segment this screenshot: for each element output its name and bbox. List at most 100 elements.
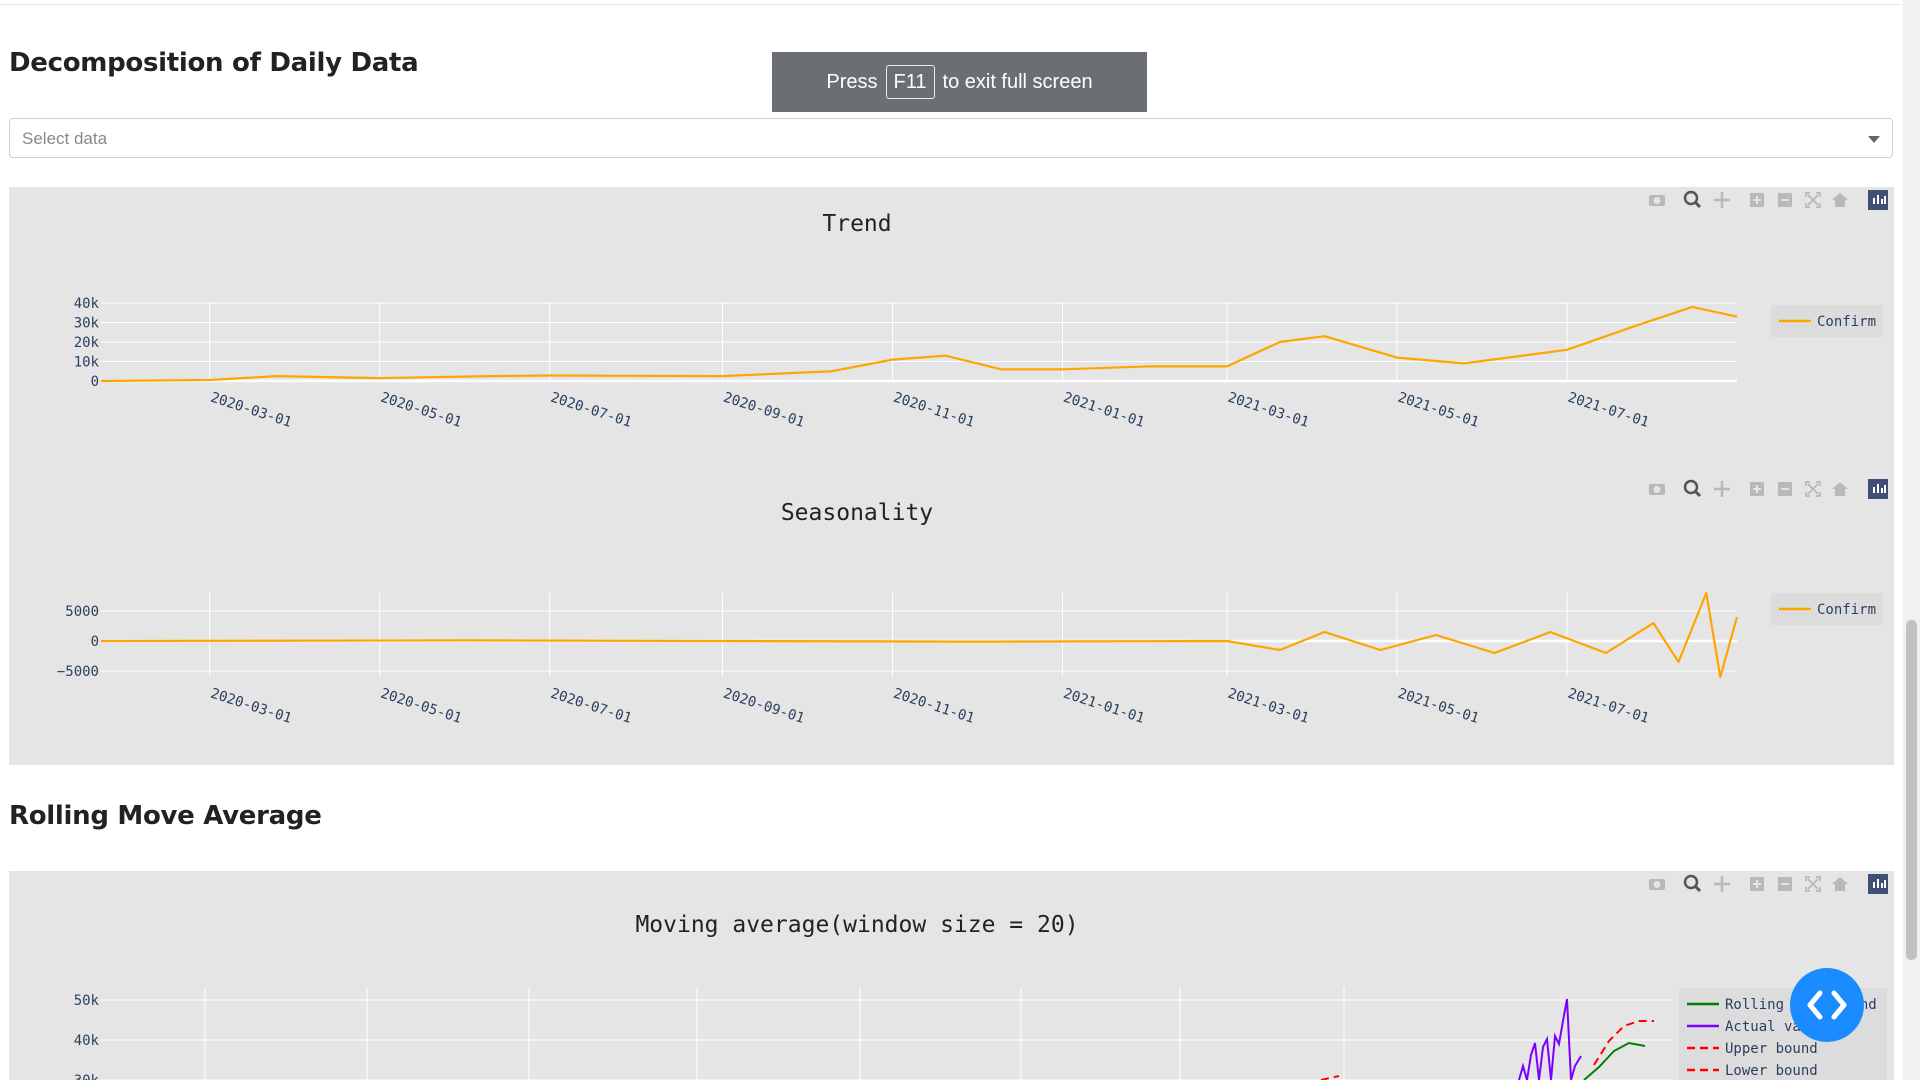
chevron-down-icon[interactable] — [1868, 136, 1880, 143]
camera-lens — [1653, 486, 1661, 493]
plotly-logo-bar — [1881, 199, 1883, 204]
autoscale-marks — [1805, 192, 1821, 208]
plotly-logo-bar — [1884, 485, 1886, 493]
home-icon[interactable] — [1832, 482, 1848, 496]
chart-title: Trend — [822, 211, 891, 237]
home-shape — [1832, 193, 1848, 207]
plot-area — [101, 593, 1737, 677]
home-icon[interactable] — [1832, 877, 1848, 891]
moving-average-chart-panel: Moving average(window size = 20) 30k 40k 50… — [9, 871, 1894, 1085]
x-tick-label: 2021-01-01 — [1061, 390, 1146, 431]
pan-icon[interactable] — [1714, 481, 1730, 497]
plotly-logo-bar — [1873, 882, 1875, 888]
top-divider — [0, 4, 1900, 5]
y-tick-label: −5000 — [57, 664, 99, 680]
autoscale-marks — [1805, 876, 1821, 892]
autoscale-icon[interactable] — [1805, 481, 1821, 497]
y-tick-label: 0 — [91, 634, 99, 650]
autoscale-marks — [1805, 481, 1821, 497]
x-tick-label: 2020-11-01 — [891, 686, 976, 727]
x-tick-label: 2021-03-01 — [1226, 686, 1311, 727]
camera-lens — [1653, 197, 1661, 204]
x-tick-label: 2020-09-01 — [721, 686, 806, 727]
x-tick-label: 2020-05-01 — [378, 390, 463, 431]
x-tick-label: 2020-07-01 — [548, 686, 633, 727]
chart-title: Moving average(window size = 20) — [635, 912, 1078, 938]
scrollbar-thumb[interactable] — [1906, 620, 1917, 960]
y-tick-label: 40k — [74, 296, 100, 312]
y-tick-label: 50k — [74, 993, 100, 1009]
camera-lens — [1653, 881, 1661, 888]
y-tick-label: 30k — [74, 316, 100, 332]
x-tick-label: 2020-03-01 — [208, 686, 293, 727]
toast-rest-text: to exit full screen — [942, 70, 1093, 93]
legend-label-confirm: Confirm — [1817, 314, 1876, 330]
camera-icon[interactable] — [1649, 195, 1665, 206]
moving-average-chart-svg: Moving average(window size = 20) 30k 40k 50… — [74, 874, 1888, 1085]
pan-icon[interactable] — [1714, 876, 1730, 892]
zoom-out-icon[interactable] — [1778, 877, 1792, 891]
legend-label: Lower bound — [1725, 1063, 1818, 1079]
pan-cross — [1714, 192, 1730, 208]
zoom-icon[interactable] — [1683, 874, 1702, 893]
camera-icon[interactable] — [1649, 484, 1665, 495]
zoom-in-icon[interactable] — [1750, 193, 1764, 207]
section-title-rolling: Rolling Move Average — [9, 801, 322, 831]
zoom-out-icon[interactable] — [1778, 482, 1792, 496]
plotly-logo-icon[interactable] — [1868, 479, 1888, 499]
plotly-logo-bar — [1877, 195, 1879, 204]
y-tick-label: 10k — [74, 355, 100, 371]
x-tick-label: 2021-05-01 — [1396, 686, 1481, 727]
plotly-logo-bar — [1873, 198, 1875, 204]
y-tick-label: 40k — [74, 1033, 100, 1049]
plotly-logo-bar — [1881, 488, 1883, 493]
chart-title: Seasonality — [781, 500, 933, 526]
pan-cross — [1714, 481, 1730, 497]
select-data-dropdown[interactable]: Select data — [9, 118, 1893, 158]
plotly-logo-bar — [1884, 880, 1886, 888]
plot-area — [101, 987, 1672, 1085]
plotly-logo-bar — [1877, 484, 1879, 493]
home-icon[interactable] — [1832, 193, 1848, 207]
camera-icon[interactable] — [1649, 879, 1665, 890]
zoom-handle — [1693, 489, 1702, 498]
zoom-in-icon[interactable] — [1750, 877, 1764, 891]
decomposition-chart-panel: Trend 2020-03-01 2020-05-01 2020-07-01 2020-… — [9, 187, 1894, 765]
y-tick-label: 5000 — [65, 604, 99, 620]
plotly-logo-icon[interactable] — [1868, 190, 1888, 210]
x-tick-label: 2021-03-01 — [1226, 390, 1311, 431]
plotly-logo-bar — [1873, 487, 1875, 493]
toast-press-text: Press — [826, 70, 878, 93]
x-tick-label: 2021-07-01 — [1566, 390, 1651, 431]
autoscale-icon[interactable] — [1805, 192, 1821, 208]
zoom-handle — [1693, 884, 1702, 893]
y-tick-label: 0 — [91, 374, 99, 390]
code-icon — [1807, 990, 1847, 1020]
x-tick-label: 2020-05-01 — [378, 686, 463, 727]
select-placeholder: Select data — [22, 129, 108, 148]
plotly-logo-icon[interactable] — [1868, 874, 1888, 894]
x-tick-label: 2020-03-01 — [208, 390, 293, 431]
pan-icon[interactable] — [1714, 192, 1730, 208]
legend-label-confirm: Confirm — [1817, 602, 1876, 618]
zoom-icon[interactable] — [1683, 190, 1702, 209]
zoom-out-icon[interactable] — [1778, 193, 1792, 207]
zoom-handle — [1693, 200, 1702, 209]
pan-cross — [1714, 876, 1730, 892]
legend-label: Upper bound — [1725, 1041, 1818, 1057]
home-shape — [1832, 877, 1848, 891]
x-tick-label: 2020-11-01 — [891, 390, 976, 431]
plotly-logo-bar — [1877, 879, 1879, 888]
zoom-icon[interactable] — [1683, 479, 1702, 498]
fullscreen-toast: Press F11 to exit full screen — [772, 52, 1147, 112]
zoom-in-icon[interactable] — [1750, 482, 1764, 496]
x-tick-label: 2021-07-01 — [1566, 686, 1651, 727]
x-tick-label: 2020-07-01 — [548, 390, 633, 431]
code-toggle-button[interactable] — [1790, 968, 1864, 1042]
y-tick-label: 30k — [74, 1073, 100, 1080]
x-tick-label: 2021-01-01 — [1061, 686, 1146, 727]
autoscale-icon[interactable] — [1805, 876, 1821, 892]
home-shape — [1832, 482, 1848, 496]
decomposition-charts-svg: Trend 2020-03-01 2020-05-01 2020-07-01 2020-… — [57, 190, 1888, 727]
section-title-decomposition: Decomposition of Daily Data — [9, 48, 419, 78]
